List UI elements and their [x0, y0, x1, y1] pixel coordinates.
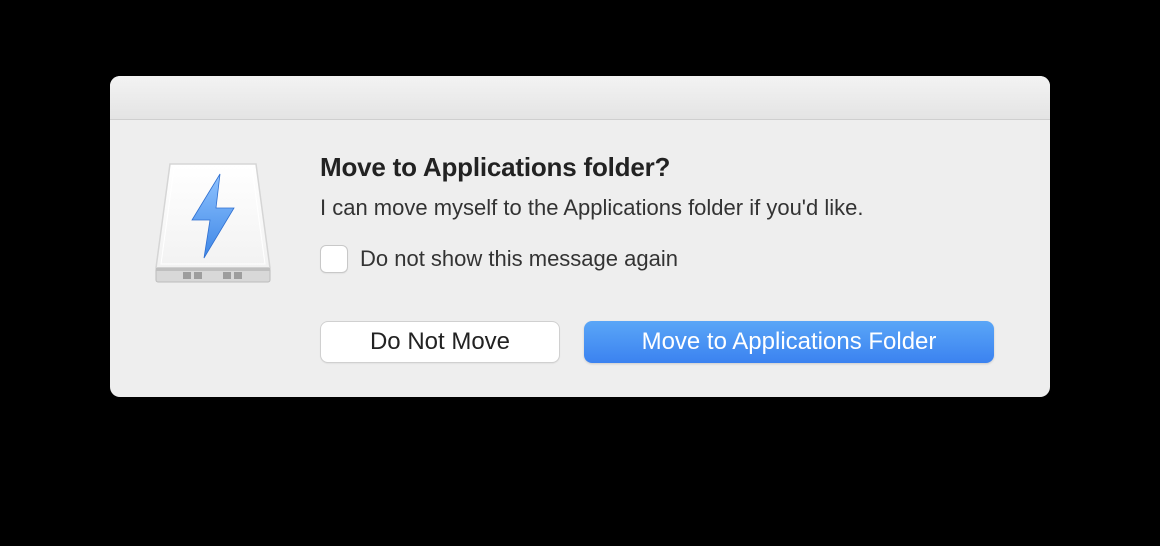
dialog-content-column: Move to Applications folder? I can move …	[298, 152, 1012, 363]
do-not-move-button[interactable]: Do Not Move	[320, 321, 560, 363]
do-not-show-again-row[interactable]: Do not show this message again	[320, 245, 1012, 273]
dialog-titlebar	[110, 76, 1050, 120]
move-to-applications-dialog: Move to Applications folder? I can move …	[110, 76, 1050, 397]
move-to-applications-button[interactable]: Move to Applications Folder	[584, 321, 994, 363]
dialog-button-row: Do Not Move Move to Applications Folder	[320, 321, 1012, 363]
app-drive-lightning-icon	[148, 156, 278, 286]
do-not-show-again-label[interactable]: Do not show this message again	[360, 246, 678, 272]
dialog-title: Move to Applications folder?	[320, 152, 1012, 183]
dialog-icon-column	[148, 152, 298, 363]
dialog-body: Move to Applications folder? I can move …	[110, 120, 1050, 397]
do-not-show-again-checkbox[interactable]	[320, 245, 348, 273]
dialog-message: I can move myself to the Applications fo…	[320, 193, 1012, 223]
